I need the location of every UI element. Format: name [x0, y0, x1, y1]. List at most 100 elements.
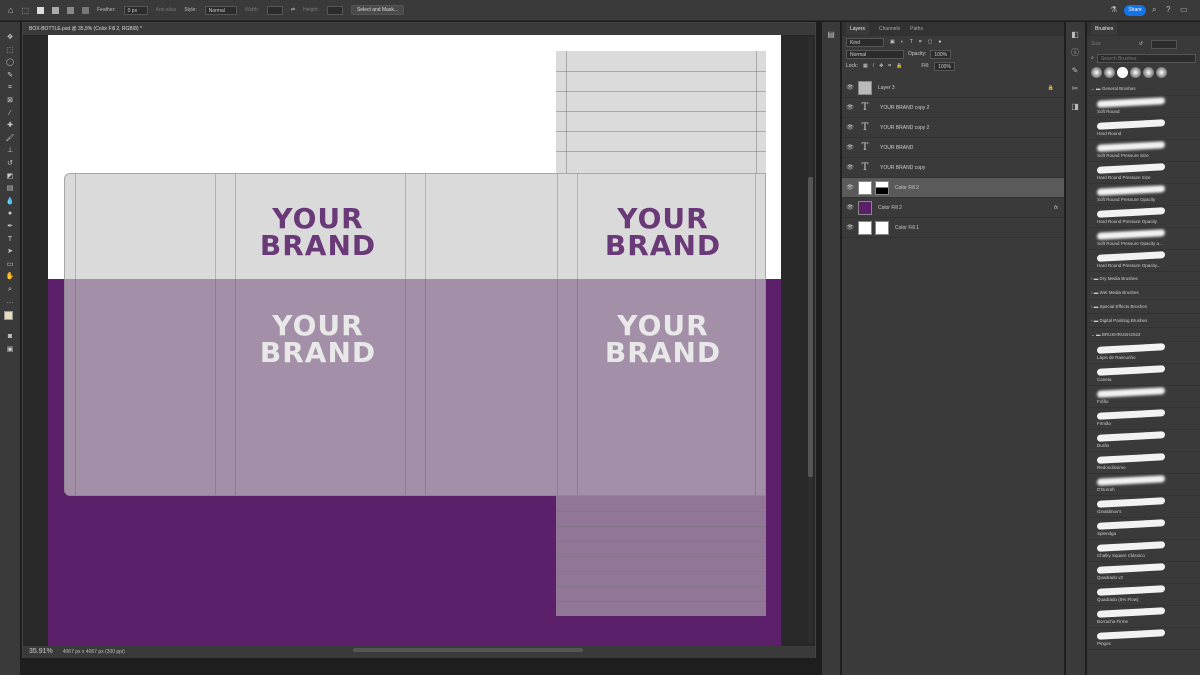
quick-select-tool-icon[interactable]: ✎ [0, 70, 20, 83]
more-tools-icon[interactable]: … [0, 296, 20, 309]
brush-item[interactable]: Pingos [1087, 628, 1200, 650]
fill-input[interactable]: 100% [934, 61, 955, 71]
info-icon[interactable]: ⓘ [1066, 44, 1084, 62]
filter-toggle-icon[interactable]: ● [938, 39, 941, 45]
gradient-tool-icon[interactable]: ▤ [0, 183, 20, 196]
brush-item[interactable]: Redondissimo [1087, 452, 1200, 474]
visibility-eye-icon[interactable]: 👁 [842, 184, 858, 191]
lock-position-icon[interactable]: ✥ [879, 63, 883, 69]
brush-folder[interactable]: › ▬ Dry Media Brushes [1087, 272, 1200, 286]
share-button[interactable]: Share [1124, 5, 1146, 16]
tab-layers[interactable]: Layers [846, 23, 870, 35]
new-selection-icon[interactable] [37, 6, 44, 14]
width-input[interactable] [266, 5, 283, 15]
path-select-tool-icon[interactable]: ➤ [0, 246, 20, 259]
brush-item[interactable]: Splendga [1087, 518, 1200, 540]
intersect-selection-icon[interactable] [82, 6, 89, 14]
blur-tool-icon[interactable]: 💧 [0, 196, 20, 209]
lock-brush-icon[interactable]: / [873, 63, 874, 69]
visibility-eye-icon[interactable]: 👁 [842, 84, 858, 91]
tab-channels[interactable]: Channels [879, 26, 900, 32]
tools-icon[interactable]: ✂ [1066, 80, 1084, 98]
brush-item[interactable]: Hard Round [1087, 118, 1200, 140]
shape-tool-icon[interactable]: ▭ [0, 259, 20, 272]
brush-folder[interactable]: ⌄ ▬ BRUSHRUSH2023 [1087, 328, 1200, 342]
help-icon[interactable]: ? [1166, 5, 1170, 14]
pen-tool-icon[interactable]: ✒ [0, 221, 20, 234]
layer-row[interactable]: 👁 Color Fill 2 [842, 178, 1064, 198]
vertical-scrollbar[interactable] [808, 37, 813, 643]
select-and-mask-button[interactable]: Select and Mask... [350, 5, 405, 15]
filter-shape-icon[interactable]: ⌗ [919, 39, 922, 45]
search-icon[interactable]: ⌕ [1152, 5, 1156, 15]
layer-row[interactable]: 👁 Color Fill 2 fx [842, 198, 1064, 218]
brush-item[interactable]: Borracha Firme [1087, 606, 1200, 628]
brush-item[interactable]: Chalky Square Clássico [1087, 540, 1200, 562]
brush-item[interactable]: Ginaldinov's [1087, 496, 1200, 518]
hand-tool-icon[interactable]: ✋ [0, 271, 20, 284]
brush-item[interactable]: Durão [1087, 430, 1200, 452]
marquee-tool-icon[interactable]: ⬚ [0, 45, 20, 58]
eyedropper-tool-icon[interactable]: ⁄ [0, 108, 20, 121]
layer-row[interactable]: 👁 T YOUR BRAND copy [842, 158, 1064, 178]
brush-item[interactable]: Hard Round Pressure Opacity [1087, 206, 1200, 228]
recent-brush-tips[interactable] [1087, 64, 1200, 82]
properties-icon[interactable]: ▤ [822, 26, 840, 44]
dodge-tool-icon[interactable]: ● [0, 208, 20, 221]
antialias-checkbox[interactable]: Anti-alias [156, 7, 177, 13]
lasso-tool-icon[interactable]: ◯ [0, 57, 20, 70]
history-brush-icon[interactable]: ↺ [0, 158, 20, 171]
brush-item[interactable]: Soft Round Pressure Opacity a... [1087, 228, 1200, 250]
height-input[interactable] [326, 5, 343, 15]
brush-item[interactable]: Firmão [1087, 408, 1200, 430]
opacity-input[interactable]: 100% [930, 49, 952, 59]
adjustments-icon[interactable]: ◨ [1066, 98, 1084, 116]
style-select[interactable]: Normal [204, 5, 237, 15]
horizontal-scrollbar[interactable] [353, 648, 583, 652]
document-tab[interactable]: BOX-BOTTLE.psd @ 35,9% (Color Fill 2, RG… [23, 23, 815, 35]
brush-tool-icon[interactable]: 🖌 [0, 133, 20, 146]
brush-item[interactable]: Lápis de Rascunho [1087, 342, 1200, 364]
brush-folder[interactable]: › ▬ Digital Painting Brushes [1087, 314, 1200, 328]
brush-item[interactable]: D'Borrah [1087, 474, 1200, 496]
blend-mode-select[interactable]: Normal [846, 49, 904, 59]
brush-item[interactable]: Soft Round Pressure Opacity [1087, 184, 1200, 206]
crop-tool-icon[interactable]: ⌗ [0, 82, 20, 95]
color-swatches[interactable] [0, 309, 20, 331]
libraries-icon[interactable]: ◧ [1066, 26, 1084, 44]
brush-folder[interactable]: › ▬ Wet Media Brushes [1087, 286, 1200, 300]
canvas[interactable]: YOUR BRAND YOUR BRAND YOUR BRAND YOUR BRAND [48, 35, 781, 647]
brush-item[interactable]: Hard Round Pressure Size [1087, 162, 1200, 184]
filter-type-icon[interactable]: T [910, 39, 913, 45]
swap-icon[interactable]: ⇄ [291, 7, 295, 13]
layer-row[interactable]: 👁 T YOUR BRAND copy 2 [842, 118, 1064, 138]
screen-mode-icon[interactable]: ▣ [0, 344, 20, 357]
visibility-eye-icon[interactable]: 👁 [842, 224, 858, 231]
layer-row[interactable]: 👁 Layer 3 🔒 [842, 78, 1064, 98]
zoom-level[interactable]: 35.91% [29, 646, 53, 658]
brush-item[interactable]: Hard Round Pressure Opacity... [1087, 250, 1200, 272]
brush-item[interactable]: Quadrado (5% Flow) [1087, 584, 1200, 606]
brush-settings-icon[interactable]: ✎ [1066, 62, 1084, 80]
lock-pixels-icon[interactable]: ▦ [863, 63, 868, 69]
lock-artboard-icon[interactable]: ⌗ [888, 63, 891, 69]
layer-row[interactable]: 👁 Color Fill 1 [842, 218, 1064, 238]
layer-row[interactable]: 👁 T YOUR BRAND [842, 138, 1064, 158]
tab-brushes[interactable]: Brushes [1091, 23, 1118, 35]
stamp-tool-icon[interactable]: ⊥ [0, 145, 20, 158]
workspace-icon[interactable]: ▭ [1180, 5, 1188, 14]
visibility-eye-icon[interactable]: 👁 [842, 204, 858, 211]
filter-smart-icon[interactable]: ▢ [928, 39, 933, 45]
layer-row[interactable]: 👁 T YOUR BRAND copy 2 [842, 98, 1064, 118]
brush-item[interactable]: Caneta [1087, 364, 1200, 386]
eraser-tool-icon[interactable]: ◩ [0, 171, 20, 184]
home-icon[interactable]: ⌂ [8, 5, 13, 15]
marquee-tool-icon[interactable]: ⬚ [21, 6, 29, 15]
move-tool-icon[interactable]: ✥ [0, 32, 20, 45]
size-input[interactable] [1150, 39, 1177, 49]
quick-mask-icon[interactable]: ◙ [0, 331, 20, 344]
layer-filter-select[interactable]: Kind [846, 37, 884, 47]
healing-tool-icon[interactable]: ✚ [0, 120, 20, 133]
filter-pixel-icon[interactable]: ▣ [890, 39, 895, 45]
tab-paths[interactable]: Paths [910, 26, 923, 32]
